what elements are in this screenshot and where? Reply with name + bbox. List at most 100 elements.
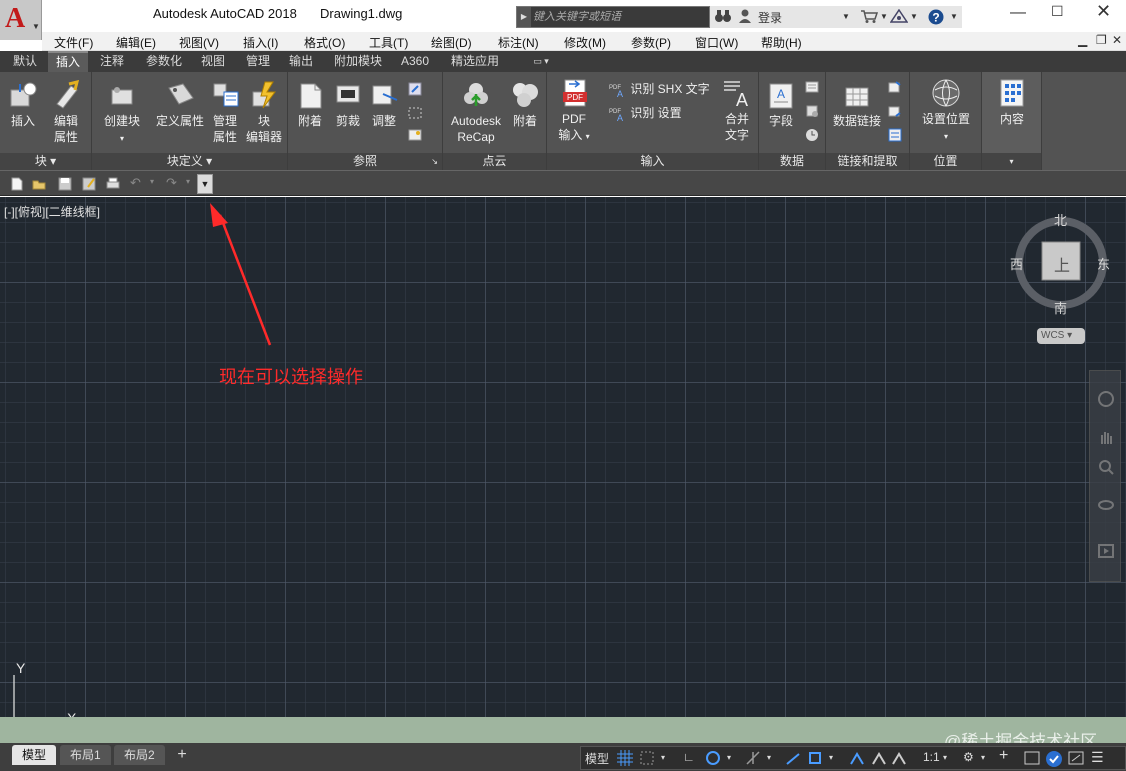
doc-minimize-button[interactable]: ▁: [1078, 33, 1087, 47]
auto-scale-icon[interactable]: [871, 750, 887, 766]
print-icon[interactable]: [106, 177, 120, 191]
panel-content-expand[interactable]: ▾: [982, 153, 1041, 170]
menu-modify[interactable]: 修改(M): [564, 34, 606, 51]
annotation-visibility-icon[interactable]: [849, 750, 865, 766]
pdf-import-button[interactable]: PDF PDF 输入 ▾: [553, 78, 595, 145]
cart-icon[interactable]: [860, 9, 879, 26]
hardware-acceleration-icon[interactable]: [1045, 750, 1063, 768]
panel-reference-title[interactable]: 参照 ↘: [288, 153, 442, 170]
workspace-gear-icon[interactable]: ⚙: [963, 750, 974, 764]
viewcube-west[interactable]: 西: [1010, 254, 1023, 273]
chevron-down-icon[interactable]: ▼: [880, 12, 888, 21]
qat-customize-dropdown[interactable]: ▼: [197, 174, 213, 194]
tab-view[interactable]: 视图: [195, 51, 231, 72]
chevron-down-icon[interactable]: ▾: [661, 753, 665, 762]
panel-import-title[interactable]: 输入: [547, 153, 758, 170]
chevron-down-icon[interactable]: ▾: [727, 753, 731, 762]
close-button[interactable]: ✕: [1096, 1, 1111, 22]
snap-mode-icon[interactable]: [639, 750, 655, 766]
frame-icon[interactable]: [408, 106, 424, 120]
showmotion-icon[interactable]: [1098, 543, 1114, 559]
chevron-down-icon[interactable]: ▾: [767, 753, 771, 762]
annotation-scale-icon[interactable]: [891, 750, 907, 766]
drawing-canvas[interactable]: [-][俯视][二维线框] 现在可以选择操作 北 南 东 西 上 WCS ▾ Y…: [0, 197, 1126, 726]
tab-annotate[interactable]: 注释: [92, 51, 132, 72]
help-icon[interactable]: ?: [928, 9, 944, 28]
doc-close-button[interactable]: ✕: [1112, 33, 1122, 47]
add-layout-button[interactable]: +: [173, 746, 191, 764]
save-icon[interactable]: [58, 177, 72, 191]
block-editor-button[interactable]: 块 编辑器: [244, 80, 284, 145]
menu-parametric[interactable]: 参数(P): [631, 34, 671, 51]
isolate-objects-icon[interactable]: [1023, 750, 1041, 766]
object-snap-tracking-icon[interactable]: [785, 750, 801, 766]
panel-location-title[interactable]: 位置: [910, 153, 981, 170]
minimize-button[interactable]: —: [1010, 4, 1026, 22]
panel-pointcloud-title[interactable]: 点云: [443, 153, 546, 170]
clip-button[interactable]: 剪裁: [330, 80, 366, 129]
open-folder-icon[interactable]: [32, 177, 46, 191]
edit-attribute-button[interactable]: 编辑 属性: [46, 80, 86, 145]
new-file-icon[interactable]: [10, 177, 24, 191]
panel-linking-title[interactable]: 链接和提取: [826, 153, 909, 170]
grid-icon[interactable]: [617, 750, 633, 766]
ole-object-icon[interactable]: [805, 80, 821, 94]
tab-model[interactable]: 模型: [12, 745, 57, 765]
panel-data-title[interactable]: 数据: [759, 153, 825, 170]
adjust-button[interactable]: 调整: [366, 80, 402, 129]
viewcube-top-face[interactable]: 上: [1054, 252, 1070, 276]
ortho-icon[interactable]: ∟: [683, 750, 695, 764]
ribbon-options-icon[interactable]: ▭ ▾: [526, 51, 556, 72]
panel-block-definition-title[interactable]: 块定义 ▾: [92, 153, 287, 170]
recognize-settings-button[interactable]: PDF A 识别 设置: [609, 104, 682, 123]
create-block-button[interactable]: 创建块 ▾: [98, 80, 146, 147]
steering-wheel-icon[interactable]: [1098, 391, 1114, 407]
combine-text-button[interactable]: A 合并 文字: [719, 78, 755, 143]
insert-block-button[interactable]: 插入: [4, 80, 42, 129]
tab-manage[interactable]: 管理: [240, 51, 276, 72]
menu-view[interactable]: 视图(V): [179, 34, 219, 51]
tab-default[interactable]: 默认: [6, 51, 44, 72]
menu-tools[interactable]: 工具(T): [369, 34, 408, 51]
user-icon[interactable]: [738, 9, 752, 26]
tab-parametric[interactable]: 参数化: [138, 51, 190, 72]
viewcube[interactable]: 北 南 东 西 上: [1008, 207, 1118, 347]
menu-window[interactable]: 窗口(W): [695, 34, 738, 51]
autodesk-recap-button[interactable]: Autodesk ReCap: [447, 80, 505, 145]
recognize-shx-button[interactable]: PDF A 识别 SHX 文字: [609, 80, 710, 99]
tab-layout2[interactable]: 布局2: [114, 745, 165, 765]
login-link[interactable]: 登录: [758, 9, 782, 26]
doc-restore-button[interactable]: ❐: [1096, 33, 1107, 47]
pan-hand-icon[interactable]: [1098, 429, 1114, 445]
field-button[interactable]: A 字段: [763, 80, 799, 129]
undo-icon[interactable]: ↶: [130, 175, 141, 190]
viewcube-east[interactable]: 东: [1097, 254, 1110, 273]
tab-addins[interactable]: 附加模块: [327, 51, 389, 72]
chevron-down-icon[interactable]: ▾: [150, 177, 154, 191]
chevron-down-icon[interactable]: ▼: [842, 12, 850, 21]
object-snap-icon[interactable]: [807, 750, 823, 766]
tab-featured-apps[interactable]: 精选应用: [444, 51, 506, 72]
define-attribute-button[interactable]: 定义属性: [152, 80, 208, 129]
chevron-down-icon[interactable]: ▾: [829, 753, 833, 762]
update-fields-icon[interactable]: [805, 128, 821, 142]
plus-icon[interactable]: +: [999, 747, 1008, 765]
menu-format[interactable]: 格式(O): [304, 34, 345, 51]
menu-file[interactable]: 文件(F): [54, 34, 93, 51]
search-input[interactable]: [533, 8, 707, 26]
save-as-icon[interactable]: [82, 177, 96, 191]
customization-menu-icon[interactable]: ☰: [1091, 749, 1104, 766]
search-box[interactable]: ▶: [516, 6, 710, 28]
tab-layout1[interactable]: 布局1: [60, 745, 111, 765]
binoculars-icon[interactable]: [714, 9, 732, 26]
menu-edit[interactable]: 编辑(E): [116, 34, 156, 51]
viewcube-north[interactable]: 北: [1054, 210, 1067, 229]
extract-data-icon[interactable]: [888, 128, 904, 142]
menu-insert[interactable]: 插入(I): [243, 34, 278, 51]
tab-a360[interactable]: A360: [396, 51, 434, 72]
expand-arrow-icon[interactable]: ▶: [517, 7, 531, 27]
wcs-menu[interactable]: WCS ▾: [1037, 328, 1085, 344]
menu-dimension[interactable]: 标注(N): [498, 34, 539, 51]
hyperlink-icon[interactable]: [805, 104, 821, 118]
set-location-button[interactable]: 设置位置 ▾: [914, 78, 978, 145]
